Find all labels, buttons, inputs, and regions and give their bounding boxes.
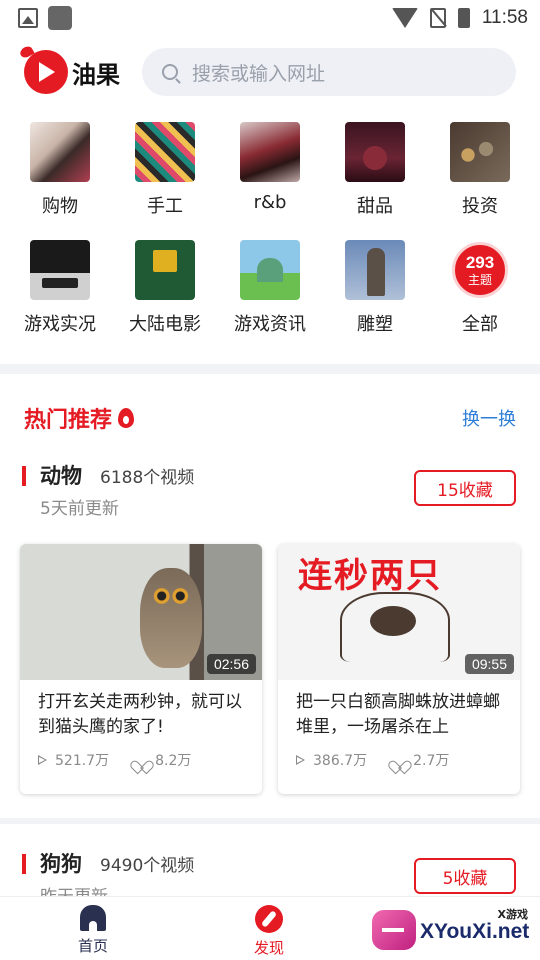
topic-video-count: 9490个视频 <box>100 856 195 876</box>
home-icon <box>80 905 106 931</box>
play-count-icon <box>38 755 47 765</box>
category-thumbnail <box>30 122 90 182</box>
like-count: 8.2万 <box>155 753 192 769</box>
app-name: 油果 <box>72 60 120 89</box>
category-label: 手工 <box>147 196 183 217</box>
category-sculpture[interactable]: 雕塑 <box>323 240 428 336</box>
category-label: 大陆电影 <box>129 314 201 335</box>
search-placeholder: 搜索或输入网址 <box>192 62 326 85</box>
favorite-button[interactable]: 15收藏 <box>414 470 516 506</box>
video-stats: 386.7万 2.7万 <box>296 750 449 770</box>
category-label: 投资 <box>462 196 498 217</box>
no-sim-icon <box>429 8 446 28</box>
category-label: 游戏实况 <box>24 314 96 335</box>
category-label: 游戏资讯 <box>234 314 306 335</box>
video-card[interactable]: 02:56 打开玄关走两秒钟，就可以到猫头鹰的家了! 521.7万 8.2万 <box>20 544 262 794</box>
clock: 11:58 <box>481 7 528 28</box>
category-thumbnail <box>135 122 195 182</box>
category-shopping[interactable]: 购物 <box>8 122 113 218</box>
nav-discover-label: 发现 <box>253 939 284 957</box>
category-game-news[interactable]: 游戏资讯 <box>218 240 323 336</box>
app-logo[interactable]: 油果 <box>24 50 120 94</box>
app-header: 油果 搜索或输入网址 <box>0 44 540 100</box>
thumbnail-overlay-text: 连秒两只 <box>298 556 442 596</box>
nav-discover[interactable]: 发现 <box>229 905 309 958</box>
video-title: 把一只白额高脚蛛放进蟑螂堆里，一场屠杀在上 <box>296 692 500 737</box>
search-input[interactable]: 搜索或输入网址 <box>142 48 516 96</box>
category-rnb[interactable]: r&b <box>218 122 323 218</box>
category-thumbnail <box>345 122 405 182</box>
video-duration: 09:55 <box>464 654 514 674</box>
battery-charging-icon <box>457 8 470 28</box>
heart-icon <box>393 755 405 766</box>
section-divider <box>0 818 540 824</box>
category-investing[interactable]: 投资 <box>428 122 533 218</box>
topic-video-count: 6188个视频 <box>100 468 195 488</box>
flame-icon <box>118 408 135 428</box>
category-thumbnail <box>135 240 195 300</box>
category-label: r&b <box>253 192 287 213</box>
topic-count: 293 <box>465 253 495 272</box>
section-divider <box>0 364 540 374</box>
spider-body <box>370 606 416 636</box>
topic-accent-bar <box>22 466 26 486</box>
category-thumbnail <box>240 240 300 300</box>
heart-icon <box>135 755 147 766</box>
topic-name: 动物 <box>40 464 82 488</box>
play-logo-icon <box>24 50 68 94</box>
category-mainland-movies[interactable]: 大陆电影 <box>113 240 218 336</box>
category-label: 全部 <box>462 314 498 335</box>
like-count: 2.7万 <box>413 753 450 769</box>
topic-header[interactable]: 动物 6188个视频 5天前更新 15收藏 <box>0 462 540 532</box>
play-count: 521.7万 <box>55 753 110 769</box>
search-icon <box>162 64 178 80</box>
category-grid: 购物 手工 r&b 甜品 投资 游戏实况 大陆电影 游戏资讯 雕塑 293 主题… <box>0 122 540 336</box>
compass-icon <box>255 905 283 933</box>
hot-section-header: 热门推荐 换一换 <box>24 402 516 434</box>
category-crafts[interactable]: 手工 <box>113 122 218 218</box>
category-thumbnail <box>240 122 300 182</box>
video-duration: 02:56 <box>206 654 256 674</box>
watermark-brand: XYouXi.net <box>420 920 530 943</box>
favorite-button[interactable]: 5收藏 <box>414 858 516 894</box>
video-thumbnail: 02:56 <box>20 544 262 680</box>
wifi-icon <box>391 8 418 28</box>
video-stats: 521.7万 8.2万 <box>38 750 191 770</box>
topic-updated: 5天前更新 <box>40 499 119 519</box>
video-thumbnail: 连秒两只 09:55 <box>278 544 520 680</box>
refresh-button[interactable]: 换一换 <box>462 405 516 431</box>
gamepad-logo-icon <box>372 910 416 950</box>
category-gameplay[interactable]: 游戏实况 <box>8 240 113 336</box>
status-bar: 11:58 <box>0 0 540 36</box>
topic-accent-bar <box>22 854 26 874</box>
video-card[interactable]: 连秒两只 09:55 把一只白额高脚蛛放进蟑螂堆里，一场屠杀在上 386.7万 … <box>278 544 520 794</box>
video-title: 打开玄关走两秒钟，就可以到猫头鹰的家了! <box>38 692 242 737</box>
all-topics-badge: 293 主题 <box>452 242 508 298</box>
category-label: 雕塑 <box>357 314 393 335</box>
category-all[interactable]: 293 主题 全部 <box>428 240 533 336</box>
category-desserts[interactable]: 甜品 <box>323 122 428 218</box>
category-label: 甜品 <box>357 196 393 217</box>
play-count-icon <box>296 755 305 765</box>
app-notification-icon <box>48 6 72 30</box>
topic-name: 狗狗 <box>40 852 82 876</box>
topic-count-unit: 主题 <box>467 273 492 287</box>
video-card-row: 02:56 打开玄关走两秒钟，就可以到猫头鹰的家了! 521.7万 8.2万 连… <box>20 544 520 794</box>
play-count: 386.7万 <box>313 753 368 769</box>
category-thumbnail <box>345 240 405 300</box>
nav-home[interactable]: 首页 <box>53 905 133 956</box>
category-label: 购物 <box>42 196 78 217</box>
category-thumbnail <box>450 122 510 182</box>
hot-section-title: 热门推荐 <box>24 408 113 433</box>
site-watermark: X游戏 XYouXi.net <box>368 902 538 958</box>
nav-home-label: 首页 <box>77 937 108 955</box>
image-notification-icon <box>18 8 38 28</box>
category-thumbnail <box>30 240 90 300</box>
